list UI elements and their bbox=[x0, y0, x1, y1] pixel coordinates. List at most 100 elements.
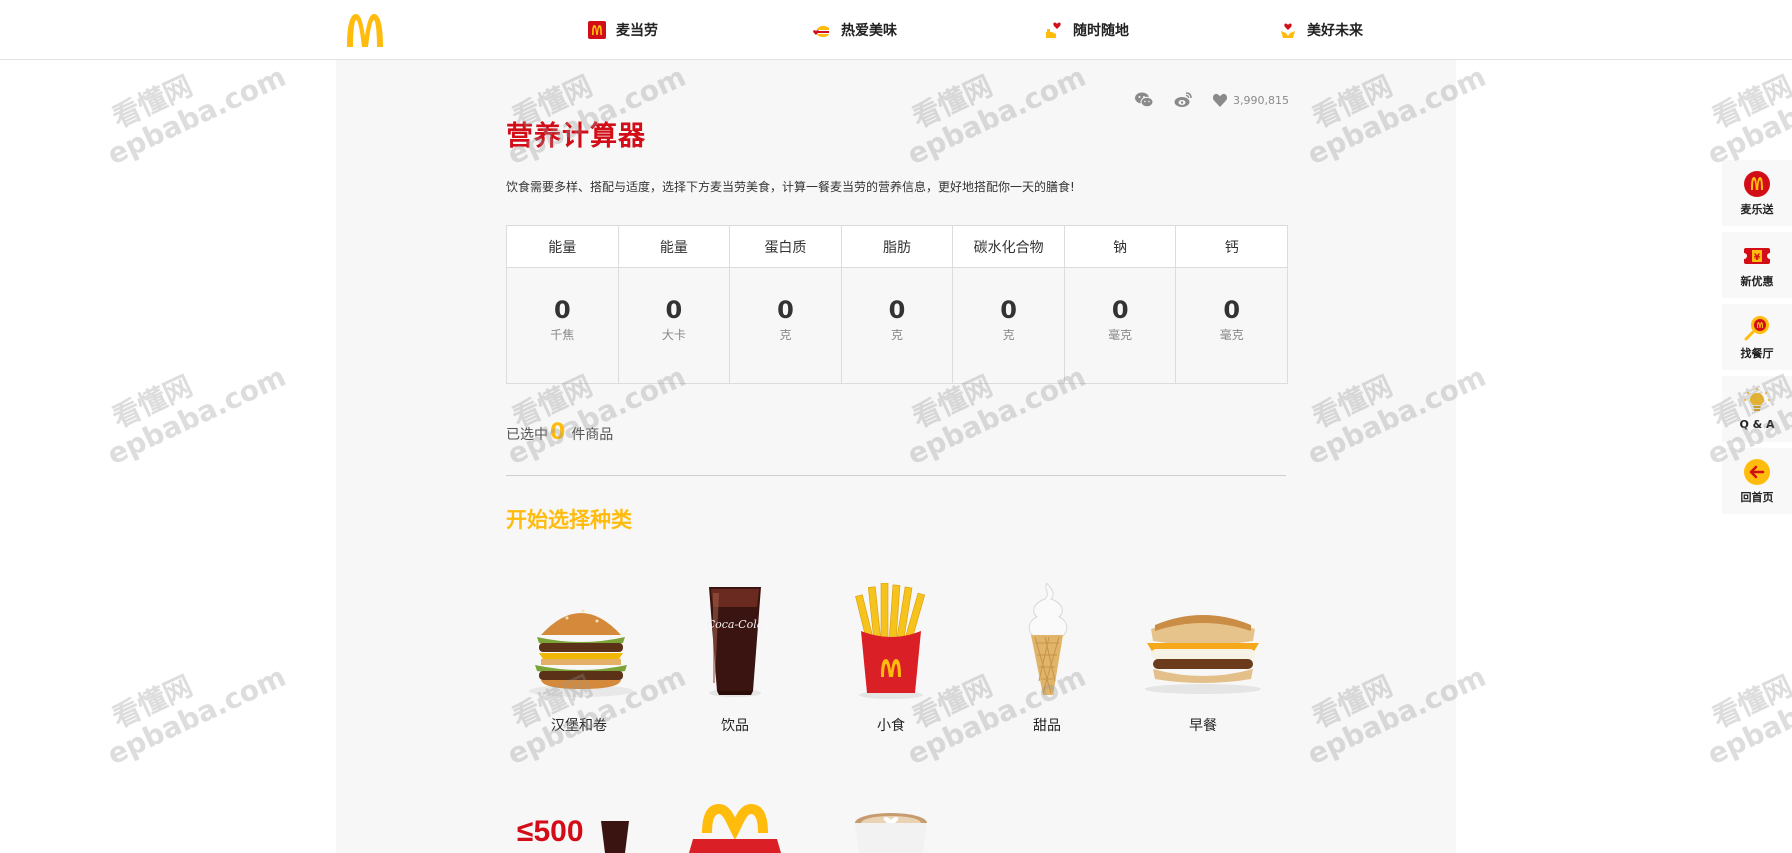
nutrition-header: 碳水化合物 bbox=[953, 226, 1064, 268]
category-snacks[interactable]: 小食 bbox=[821, 582, 961, 735]
tool-label: Q & A bbox=[1739, 418, 1775, 431]
share-bar: 3,990,815 bbox=[1134, 90, 1289, 110]
nutrition-value: 0 bbox=[1111, 296, 1129, 324]
section-title: 开始选择种类 bbox=[506, 508, 632, 532]
page-title: 营养计算器 bbox=[506, 121, 646, 152]
category-drinks[interactable]: Coca-Cola 饮品 bbox=[665, 583, 805, 735]
nav-item-tasty[interactable]: 热爱美味 bbox=[812, 18, 897, 42]
hand-heart-icon bbox=[1046, 22, 1061, 38]
mcdonalds-logo-icon[interactable] bbox=[344, 12, 386, 48]
tool-find-restaurant[interactable]: 找餐厅 bbox=[1722, 304, 1792, 370]
nutrition-column: 脂肪 0 克 bbox=[841, 226, 954, 383]
heart-hands-icon bbox=[1281, 23, 1295, 38]
nutrition-header: 脂肪 bbox=[841, 226, 953, 268]
nutrition-header: 钙 bbox=[1176, 226, 1288, 268]
nutrition-unit: 大卡 bbox=[661, 328, 686, 342]
nutrition-column: 碳水化合物 0 克 bbox=[953, 226, 1065, 383]
category-label: 甜品 bbox=[1033, 718, 1061, 734]
ice-cream-cone-image bbox=[1028, 582, 1068, 695]
nav-item-label: 热爱美味 bbox=[841, 23, 897, 39]
selected-prefix: 已选中 bbox=[506, 427, 548, 443]
lightbulb-icon bbox=[1744, 388, 1770, 411]
nav-item-mcdonalds[interactable]: 麦当劳 bbox=[587, 18, 658, 42]
burger-heart-icon bbox=[813, 25, 829, 37]
breakfast-muffin-image bbox=[1145, 615, 1261, 694]
weibo-icon[interactable] bbox=[1173, 90, 1193, 110]
watermark: 看懂网epbaba.com bbox=[90, 634, 291, 772]
fries-image bbox=[855, 582, 926, 699]
nutrition-header: 能量 bbox=[507, 226, 618, 268]
watermark-en: epbaba.com bbox=[102, 359, 291, 472]
wechat-icon[interactable] bbox=[1134, 90, 1154, 110]
nutrition-value: 0 bbox=[665, 296, 683, 324]
like-count: 3,990,815 bbox=[1233, 93, 1289, 107]
nutrition-unit: 克 bbox=[1002, 328, 1015, 342]
like-button[interactable]: 3,990,815 bbox=[1212, 92, 1289, 108]
watermark-en: epbaba.com bbox=[1702, 59, 1792, 172]
burger-image bbox=[529, 609, 633, 697]
nutrition-column: 钠 0 毫克 bbox=[1064, 226, 1177, 383]
nav-item-anytime[interactable]: 随时随地 bbox=[1044, 18, 1129, 42]
nutrition-value: 0 bbox=[777, 296, 794, 324]
tool-mcdelivery[interactable]: 麦乐送 bbox=[1722, 160, 1792, 226]
back-arrow-icon bbox=[1744, 458, 1770, 485]
happy-meal-box-image bbox=[689, 803, 781, 853]
nav-item-label: 美好未来 bbox=[1307, 23, 1363, 39]
category-label: 饮品 bbox=[721, 718, 749, 734]
nutrition-unit: 毫克 bbox=[1108, 328, 1133, 342]
nutrition-unit: 克 bbox=[891, 328, 904, 342]
nutrition-unit: 克 bbox=[779, 328, 792, 342]
svg-text:¥: ¥ bbox=[1754, 253, 1761, 263]
tool-qa[interactable]: Q & A bbox=[1722, 376, 1792, 442]
tool-label: 新优惠 bbox=[1740, 274, 1774, 288]
category-breakfast[interactable]: 早餐 bbox=[1133, 583, 1273, 735]
nutrition-table: 能量 0 千焦 能量 0 大卡 蛋白质 0 克 脂肪 0 克 碳水化合物 0 克… bbox=[506, 225, 1288, 384]
nutrition-value: 0 bbox=[1000, 296, 1017, 324]
tool-label: 麦乐送 bbox=[1740, 202, 1774, 216]
mcdelivery-icon bbox=[1744, 170, 1770, 197]
category-happy-meal[interactable] bbox=[665, 803, 805, 853]
watermark-cn: 看懂网 bbox=[1707, 669, 1792, 735]
selected-suffix: 件商品 bbox=[571, 427, 614, 443]
nav-item-future[interactable]: 美好未来 bbox=[1278, 18, 1363, 42]
watermark-cn: 看懂网 bbox=[107, 369, 198, 435]
tool-new-offers[interactable]: ¥ 新优惠 bbox=[1722, 232, 1792, 298]
nav-item-label: 麦当劳 bbox=[616, 23, 658, 39]
cola-drink-image: Coca-Cola bbox=[707, 587, 764, 697]
nutrition-header: 蛋白质 bbox=[730, 226, 841, 268]
category-burgers[interactable]: 汉堡和卷 bbox=[509, 583, 649, 735]
watermark-en: epbaba.com bbox=[102, 659, 291, 772]
category-label: 汉堡和卷 bbox=[551, 718, 607, 734]
top-navigation-bar: 麦当劳 热爱美味 随时随地 美好未来 bbox=[0, 0, 1792, 60]
watermark-cn: 看懂网 bbox=[107, 669, 198, 735]
watermark-en: epbaba.com bbox=[102, 59, 291, 172]
category-label: 小食 bbox=[877, 718, 905, 734]
nav-item-label: 随时随地 bbox=[1073, 23, 1129, 39]
category-low-calorie-combo[interactable]: ≤500 bbox=[509, 803, 649, 853]
nutrition-column: 能量 0 大卡 bbox=[618, 226, 731, 383]
nutrition-value: 0 bbox=[1223, 296, 1241, 324]
tool-label: 找餐厅 bbox=[1740, 346, 1774, 360]
nutrition-column: 蛋白质 0 克 bbox=[730, 226, 842, 383]
nutrition-unit: 毫克 bbox=[1219, 328, 1244, 342]
watermark-en: epbaba.com bbox=[1702, 659, 1792, 772]
svg-text:Coca-Cola: Coca-Cola bbox=[707, 618, 764, 631]
tool-label: 回首页 bbox=[1740, 490, 1774, 504]
mcd-box-icon bbox=[588, 21, 606, 39]
nutrition-header: 钠 bbox=[1064, 226, 1176, 268]
nutrition-value: 0 bbox=[888, 296, 906, 324]
selected-count-summary: 已选中 0 件商品 bbox=[506, 420, 613, 445]
category-desserts[interactable]: 甜品 bbox=[977, 582, 1117, 735]
page-intro: 饮食需要多样、搭配与适度，选择下方麦当劳美食，计算一餐麦当劳的营养信息，更好地搭… bbox=[506, 180, 1075, 194]
small-cola-image bbox=[601, 821, 629, 853]
nutrition-column: 能量 0 千焦 bbox=[507, 226, 619, 383]
promo-text: ≤500 bbox=[517, 815, 584, 848]
nutrition-header: 能量 bbox=[618, 226, 730, 268]
nutrition-column: 钙 0 毫克 bbox=[1176, 226, 1288, 383]
side-toolbar: 麦乐送 ¥ 新优惠 找餐厅 Q & A 回首页 bbox=[1722, 160, 1792, 520]
watermark: 看懂网epbaba.com bbox=[1690, 634, 1792, 771]
tool-back-home[interactable]: 回首页 bbox=[1722, 448, 1792, 514]
category-mccafe[interactable] bbox=[821, 803, 961, 853]
divider bbox=[506, 475, 1286, 476]
coupon-icon: ¥ bbox=[1743, 247, 1771, 264]
